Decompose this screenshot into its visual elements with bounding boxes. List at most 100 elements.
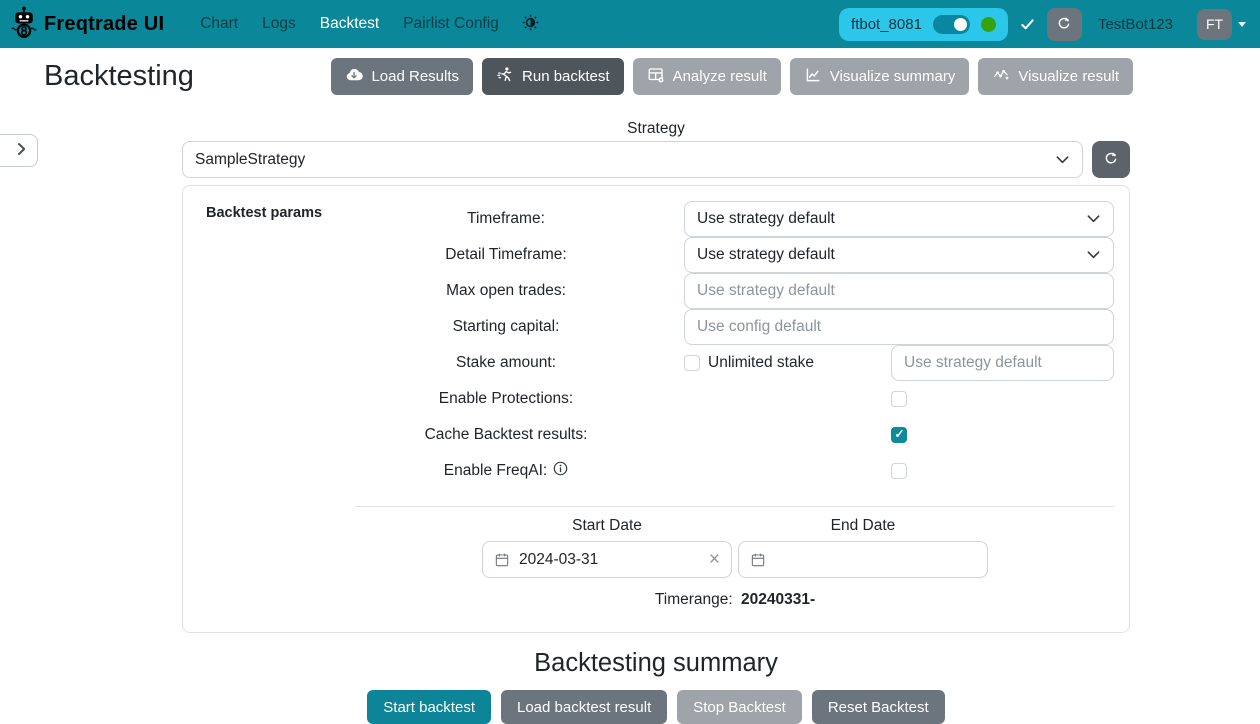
- end-date-label: End Date: [738, 517, 988, 535]
- end-date-group: End Date: [738, 517, 988, 578]
- refresh-bot-button[interactable]: [1047, 8, 1082, 41]
- stake-amount-label: Stake amount:: [356, 354, 656, 372]
- load-backtest-result-button[interactable]: Load backtest result: [501, 690, 667, 724]
- cache-results-label: Cache Backtest results:: [356, 426, 656, 444]
- timerange-value: 20240331-: [741, 591, 815, 608]
- nav-links: Chart Logs Backtest Pairlist Config: [190, 7, 548, 41]
- calendar-icon: [494, 552, 510, 568]
- chevron-down-icon: [1086, 247, 1101, 262]
- brightness-icon: [521, 13, 540, 35]
- timeframe-label: Timeframe:: [356, 210, 656, 228]
- strategy-label: Strategy: [182, 120, 1130, 138]
- chevron-down-icon: [1086, 211, 1101, 226]
- clear-date-icon[interactable]: ×: [709, 550, 720, 569]
- online-status-dot: [981, 17, 996, 32]
- info-icon: [553, 461, 568, 481]
- form-row-stake-amount: Stake amount: Unlimited stake: [356, 345, 1114, 380]
- content: Strategy SampleStrategy Backtest params: [0, 120, 1260, 724]
- nav-item-pairlist-config[interactable]: Pairlist Config: [393, 7, 509, 41]
- detail-timeframe-select-value: Use strategy default: [697, 246, 835, 264]
- summary-title: Backtesting summary: [182, 649, 1130, 678]
- form-row-cache-results: Cache Backtest results:: [356, 417, 1114, 452]
- starting-capital-input[interactable]: [684, 309, 1114, 345]
- start-backtest-button[interactable]: Start backtest: [367, 690, 491, 724]
- button-label: Visualize summary: [830, 68, 956, 85]
- form-row-enable-freqai: Enable FreqAI:: [356, 453, 1114, 488]
- divider: [356, 506, 1114, 507]
- stake-amount-input[interactable]: [891, 345, 1114, 381]
- bot-badge[interactable]: ftbot_8081: [839, 8, 1008, 41]
- form-row-detail-timeframe: Detail Timeframe: Use strategy default: [356, 237, 1114, 272]
- timeframe-select-value: Use strategy default: [697, 210, 835, 228]
- brand-title: Freqtrade UI: [44, 13, 164, 36]
- reload-icon: [1056, 15, 1072, 34]
- max-open-trades-label: Max open trades:: [356, 282, 656, 300]
- detail-timeframe-select[interactable]: Use strategy default: [684, 237, 1114, 273]
- check-icon: [1018, 17, 1037, 32]
- params-form: Timeframe: Use strategy default Detail T…: [356, 201, 1114, 609]
- button-label: Analyze result: [673, 68, 767, 85]
- table-gear-icon: [647, 66, 665, 88]
- cloud-download-icon: [345, 66, 363, 88]
- timeframe-select[interactable]: Use strategy default: [684, 201, 1114, 237]
- dates-row: Start Date 2024-03-31 ×: [356, 517, 1114, 578]
- page-title: Backtesting: [44, 60, 194, 93]
- header-actions: Load Results Run backtest A: [331, 58, 1133, 95]
- robot-logo-icon: [10, 5, 38, 44]
- form-row-enable-protections: Enable Protections:: [356, 381, 1114, 416]
- nav-item-backtest[interactable]: Backtest: [310, 7, 389, 41]
- brand[interactable]: Freqtrade UI: [10, 5, 164, 44]
- start-date-value: 2024-03-31: [519, 551, 598, 569]
- visualize-result-button[interactable]: Visualize result: [978, 58, 1133, 95]
- button-label: Visualize result: [1018, 68, 1119, 85]
- bot-toggle-switch[interactable]: [933, 15, 970, 34]
- enable-freqai-label: Enable FreqAI:: [444, 462, 547, 480]
- chevron-down-icon: [1238, 22, 1246, 27]
- unlimited-stake-checkbox[interactable]: [684, 355, 700, 371]
- navbar: Freqtrade UI Chart Logs Backtest Pairlis…: [0, 0, 1260, 48]
- start-date-group: Start Date 2024-03-31 ×: [482, 517, 732, 578]
- calendar-icon: [750, 552, 766, 568]
- start-date-input[interactable]: 2024-03-31 ×: [482, 541, 732, 578]
- chart-line-icon: [804, 66, 822, 88]
- username-label: TestBot123: [1092, 16, 1179, 33]
- strategy-select[interactable]: SampleStrategy: [182, 141, 1083, 178]
- button-label: Run backtest: [522, 68, 610, 85]
- summary-actions: Start backtest Load backtest result Stop…: [182, 690, 1130, 724]
- enable-freqai-checkbox[interactable]: [891, 463, 907, 479]
- avatar: FT: [1197, 9, 1232, 40]
- params-section-title: Backtest params: [206, 205, 322, 221]
- sidebar-expand-button[interactable]: [0, 134, 38, 167]
- max-open-trades-input[interactable]: [684, 273, 1114, 309]
- start-date-label: Start Date: [482, 517, 732, 535]
- starting-capital-label: Starting capital:: [356, 318, 656, 336]
- main-panel: Strategy SampleStrategy Backtest params: [182, 120, 1130, 724]
- enable-protections-label: Enable Protections:: [356, 390, 656, 408]
- form-row-max-open-trades: Max open trades:: [356, 273, 1114, 308]
- form-row-starting-capital: Starting capital:: [356, 309, 1114, 344]
- enable-protections-checkbox[interactable]: [891, 391, 907, 407]
- bot-name: ftbot_8081: [851, 16, 922, 33]
- nav-item-logs[interactable]: Logs: [252, 7, 306, 41]
- nav-item-chart[interactable]: Chart: [190, 7, 248, 41]
- strategy-row: SampleStrategy: [182, 141, 1130, 178]
- strategy-select-value: SampleStrategy: [195, 151, 305, 169]
- refresh-strategy-button[interactable]: [1092, 141, 1130, 178]
- stop-backtest-button[interactable]: Stop Backtest: [677, 690, 802, 724]
- chevron-down-icon: [1055, 152, 1070, 167]
- reset-backtest-button[interactable]: Reset Backtest: [812, 690, 945, 724]
- person-running-icon: [496, 66, 514, 88]
- timerange: Timerange: 20240331-: [356, 591, 1114, 609]
- end-date-input[interactable]: [738, 541, 988, 578]
- user-menu[interactable]: FT: [1197, 9, 1246, 40]
- visualize-summary-button[interactable]: Visualize summary: [790, 58, 970, 95]
- chart-scatter-icon: [992, 66, 1010, 88]
- theme-toggle-button[interactable]: [513, 9, 548, 39]
- timerange-label: Timerange:: [655, 591, 733, 608]
- page-header: Backtesting Load Results Run backtest: [0, 48, 1260, 105]
- load-results-button[interactable]: Load Results: [331, 58, 473, 95]
- button-label: Load Results: [371, 68, 459, 85]
- run-backtest-button[interactable]: Run backtest: [482, 58, 624, 95]
- analyze-result-button[interactable]: Analyze result: [633, 58, 781, 95]
- cache-results-checkbox[interactable]: [891, 427, 907, 443]
